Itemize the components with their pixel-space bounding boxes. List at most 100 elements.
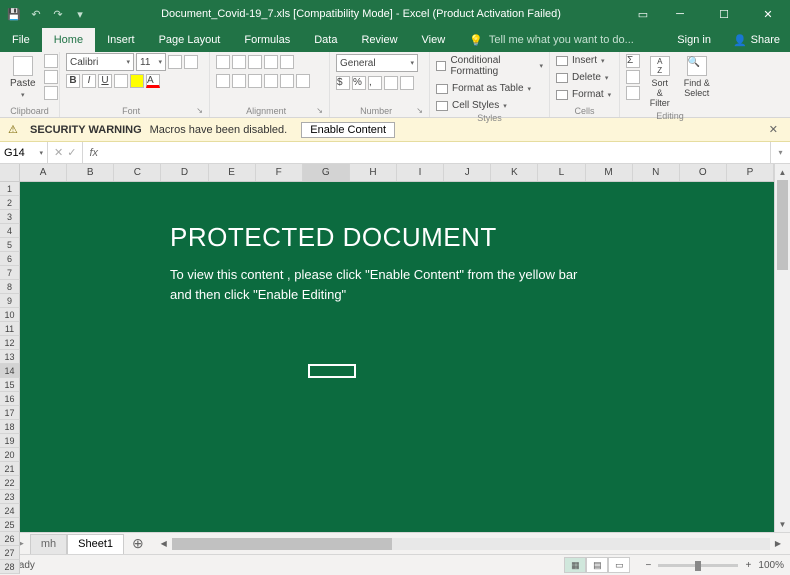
- currency-icon[interactable]: $: [336, 76, 350, 90]
- horizontal-scrollbar[interactable]: ◀ ▶: [156, 538, 786, 550]
- row-header[interactable]: 14: [0, 364, 20, 378]
- zoom-out-button[interactable]: −: [642, 560, 654, 571]
- security-close-icon[interactable]: ✕: [765, 123, 782, 136]
- find-select-button[interactable]: 🔍 Find & Select: [680, 54, 714, 100]
- row-header[interactable]: 21: [0, 462, 20, 476]
- row-header[interactable]: 25: [0, 518, 20, 532]
- indent-decrease-icon[interactable]: [264, 74, 278, 88]
- borders-icon[interactable]: [114, 74, 128, 88]
- row-header[interactable]: 7: [0, 266, 20, 280]
- column-header[interactable]: J: [444, 164, 491, 181]
- percent-icon[interactable]: %: [352, 76, 366, 90]
- font-launcher-icon[interactable]: ↘: [196, 106, 203, 115]
- increase-font-icon[interactable]: [168, 55, 182, 69]
- row-header[interactable]: 12: [0, 336, 20, 350]
- select-all-corner[interactable]: [0, 164, 20, 182]
- column-header[interactable]: E: [209, 164, 256, 181]
- row-header[interactable]: 11: [0, 322, 20, 336]
- zoom-in-button[interactable]: +: [742, 560, 754, 571]
- clear-icon[interactable]: [626, 86, 640, 100]
- tab-data[interactable]: Data: [302, 28, 349, 52]
- column-header[interactable]: O: [680, 164, 727, 181]
- sign-in[interactable]: Sign in: [665, 28, 723, 52]
- autosum-icon[interactable]: Σ: [626, 54, 640, 68]
- column-header[interactable]: P: [727, 164, 774, 181]
- page-break-view-button[interactable]: ▭: [608, 557, 630, 573]
- close-button[interactable]: ✕: [746, 0, 790, 28]
- tab-home[interactable]: Home: [42, 28, 95, 52]
- row-header[interactable]: 6: [0, 252, 20, 266]
- row-header[interactable]: 4: [0, 224, 20, 238]
- row-header[interactable]: 8: [0, 280, 20, 294]
- formula-input[interactable]: [104, 142, 770, 163]
- row-header[interactable]: 26: [0, 532, 20, 546]
- column-header[interactable]: I: [397, 164, 444, 181]
- scroll-down-icon[interactable]: ▼: [775, 516, 790, 532]
- delete-cells[interactable]: Delete ▾: [556, 71, 608, 84]
- row-header[interactable]: 27: [0, 546, 20, 560]
- zoom-slider[interactable]: [658, 564, 738, 567]
- decrease-font-icon[interactable]: [184, 55, 198, 69]
- hscroll-thumb[interactable]: [172, 538, 392, 550]
- row-header[interactable]: 18: [0, 420, 20, 434]
- tab-page-layout[interactable]: Page Layout: [147, 28, 233, 52]
- align-top-icon[interactable]: [216, 55, 230, 69]
- column-header[interactable]: K: [491, 164, 538, 181]
- row-header[interactable]: 3: [0, 210, 20, 224]
- indent-increase-icon[interactable]: [280, 74, 294, 88]
- wrap-text-icon[interactable]: [280, 55, 294, 69]
- sheet-tab-mh[interactable]: mh: [30, 534, 67, 554]
- maximize-button[interactable]: ☐: [702, 0, 746, 28]
- row-header[interactable]: 19: [0, 434, 20, 448]
- minimize-button[interactable]: ─: [658, 0, 702, 28]
- vertical-scrollbar[interactable]: ▲ ▼: [774, 164, 790, 532]
- merge-icon[interactable]: [296, 74, 310, 88]
- row-header[interactable]: 20: [0, 448, 20, 462]
- save-icon[interactable]: 💾: [6, 6, 22, 22]
- scroll-right-icon[interactable]: ▶: [770, 539, 786, 548]
- format-cells[interactable]: Format ▾: [556, 88, 611, 101]
- align-left-icon[interactable]: [216, 74, 230, 88]
- row-header[interactable]: 2: [0, 196, 20, 210]
- column-header[interactable]: C: [114, 164, 161, 181]
- row-header[interactable]: 17: [0, 406, 20, 420]
- paste-button[interactable]: Paste ▾: [6, 54, 40, 101]
- fx-label[interactable]: fx: [83, 142, 104, 163]
- row-header[interactable]: 15: [0, 378, 20, 392]
- enter-formula-icon[interactable]: ✓: [67, 146, 76, 159]
- column-header[interactable]: F: [256, 164, 303, 181]
- align-middle-icon[interactable]: [232, 55, 246, 69]
- format-as-table[interactable]: Format as Table ▾: [436, 82, 531, 95]
- increase-decimal-icon[interactable]: [384, 76, 398, 90]
- share-button[interactable]: 👤 Share: [723, 28, 790, 52]
- column-header[interactable]: G: [303, 164, 350, 181]
- alignment-launcher-icon[interactable]: ↘: [316, 106, 323, 115]
- normal-view-button[interactable]: ▦: [564, 557, 586, 573]
- font-family-select[interactable]: Calibri▾: [66, 53, 134, 71]
- row-header[interactable]: 22: [0, 476, 20, 490]
- column-header[interactable]: M: [586, 164, 633, 181]
- row-header[interactable]: 28: [0, 560, 20, 574]
- column-header[interactable]: H: [350, 164, 397, 181]
- page-layout-view-button[interactable]: ▤: [586, 557, 608, 573]
- bold-icon[interactable]: B: [66, 74, 80, 88]
- tab-view[interactable]: View: [410, 28, 458, 52]
- scroll-left-icon[interactable]: ◀: [156, 539, 172, 548]
- row-header[interactable]: 23: [0, 490, 20, 504]
- new-sheet-button[interactable]: ⊕: [124, 535, 152, 552]
- expand-formula-bar-icon[interactable]: ▾: [770, 142, 790, 163]
- tab-review[interactable]: Review: [349, 28, 409, 52]
- align-right-icon[interactable]: [248, 74, 262, 88]
- row-header[interactable]: 10: [0, 308, 20, 322]
- row-header[interactable]: 13: [0, 350, 20, 364]
- number-launcher-icon[interactable]: ↘: [416, 106, 423, 115]
- align-center-icon[interactable]: [232, 74, 246, 88]
- insert-cells[interactable]: Insert ▾: [556, 54, 605, 67]
- cell-styles[interactable]: Cell Styles ▾: [436, 99, 507, 112]
- redo-icon[interactable]: ↷: [50, 6, 66, 22]
- row-header[interactable]: 9: [0, 294, 20, 308]
- ribbon-display-options-icon[interactable]: ▭: [628, 0, 658, 28]
- tell-me[interactable]: 💡 Tell me what you want to do...: [457, 28, 646, 52]
- tab-formulas[interactable]: Formulas: [232, 28, 302, 52]
- column-header[interactable]: B: [67, 164, 114, 181]
